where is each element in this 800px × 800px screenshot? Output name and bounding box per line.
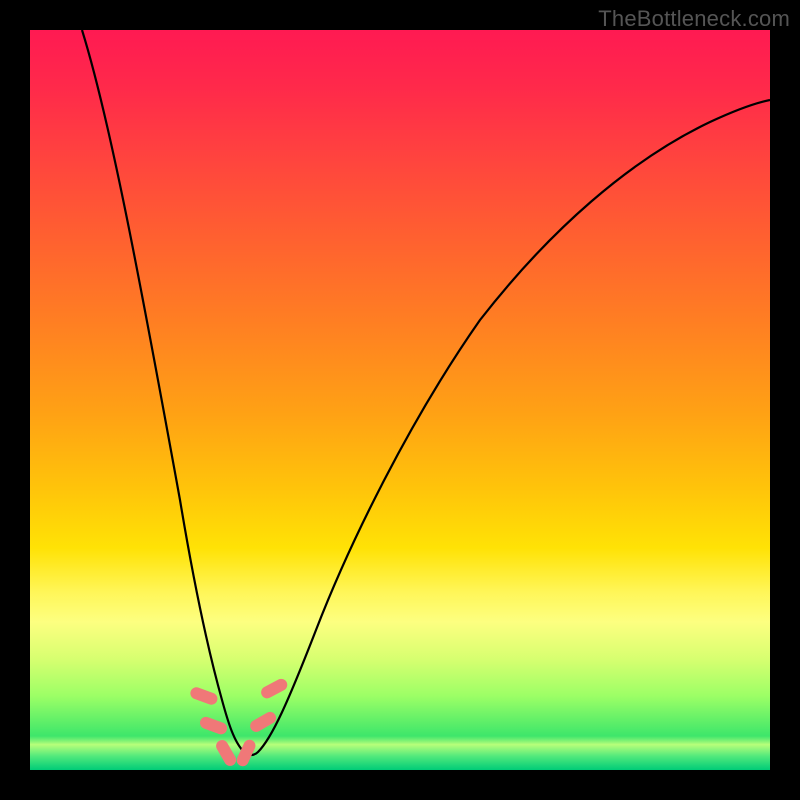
plot-area (30, 30, 770, 770)
curve-marker-1 (198, 715, 228, 736)
marker-group (189, 677, 290, 768)
bottleneck-curve-svg (30, 30, 770, 770)
curve-marker-2 (214, 738, 238, 768)
curve-marker-5 (259, 677, 289, 701)
chart-frame: TheBottleneck.com (0, 0, 800, 800)
watermark-text: TheBottleneck.com (598, 6, 790, 32)
curve-marker-0 (189, 686, 219, 707)
bottleneck-curve-path (82, 30, 770, 755)
